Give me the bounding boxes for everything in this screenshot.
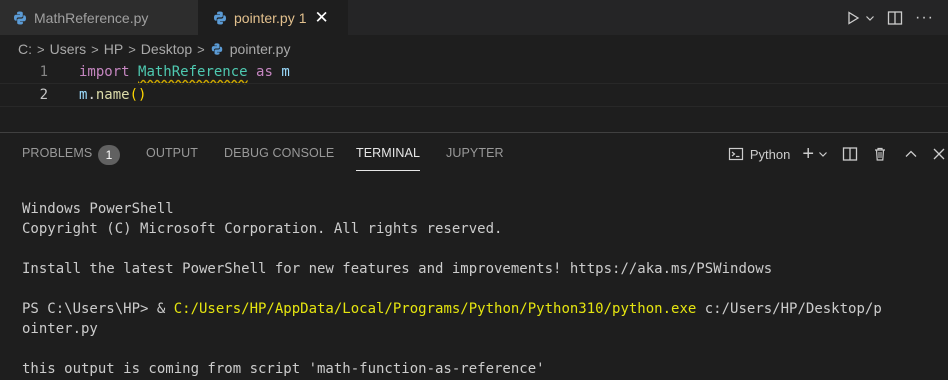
- bottom-panel: PROBLEMS 1 OUTPUT DEBUG CONSOLE TERMINAL…: [0, 132, 948, 380]
- code-text: m.name(): [79, 87, 146, 103]
- breadcrumb-item[interactable]: C:: [18, 41, 32, 57]
- chevron-down-icon[interactable]: [865, 13, 875, 23]
- breadcrumb-item[interactable]: Users: [50, 41, 87, 57]
- breadcrumb-item[interactable]: pointer.py: [230, 41, 291, 57]
- python-file-icon: [214, 11, 226, 24]
- terminal-profile-label[interactable]: Python: [750, 147, 790, 162]
- close-icon[interactable]: ✕: [315, 9, 329, 26]
- terminal-program-output: this output is coming from script 'math-…: [22, 361, 545, 377]
- terminal-line: Windows PowerShell: [22, 201, 174, 217]
- code-line: 1 import MathReference as m: [0, 60, 948, 84]
- tab-problems[interactable]: PROBLEMS: [22, 146, 92, 160]
- trash-icon[interactable]: [872, 146, 888, 162]
- python-file-icon: [211, 43, 222, 55]
- tab-debug-console[interactable]: DEBUG CONSOLE: [224, 146, 334, 160]
- tab-pointer[interactable]: pointer.py 1 ✕: [198, 0, 348, 35]
- terminal-icon: [728, 146, 744, 162]
- chevron-right-icon: >: [128, 41, 136, 57]
- editor-tab-bar: MathReference.py pointer.py 1 ✕ ···: [0, 0, 948, 35]
- chevron-down-icon[interactable]: [818, 149, 828, 159]
- function-token: name: [95, 87, 130, 103]
- chevron-right-icon: >: [91, 41, 99, 57]
- problems-count-badge: 1: [98, 145, 120, 165]
- script-argument: c:/Users/HP/Desktop/p: [696, 301, 882, 317]
- tab-problem-count: 1: [298, 9, 307, 26]
- line-number: 1: [39, 64, 48, 80]
- keyword-token: as: [256, 64, 273, 80]
- split-terminal-icon[interactable]: [842, 146, 858, 162]
- paren-token: (): [129, 87, 147, 103]
- tab-output[interactable]: OUTPUT: [146, 146, 198, 160]
- split-editor-icon[interactable]: [887, 10, 903, 26]
- tab-jupyter[interactable]: JUPYTER: [446, 146, 504, 160]
- breadcrumb-item[interactable]: Desktop: [141, 41, 192, 57]
- plus-icon[interactable]: +: [802, 143, 814, 166]
- chevron-right-icon: >: [197, 41, 205, 57]
- terminal-line: Install the latest PowerShell for new fe…: [22, 261, 773, 277]
- code-editor[interactable]: 1 import MathReference as m 2 m.name(): [0, 60, 948, 132]
- terminal-output[interactable]: Windows PowerShell Copyright (C) Microso…: [22, 199, 882, 379]
- python-file-icon: [14, 11, 26, 24]
- python-exe-path: C:/Users/HP/AppData/Local/Programs/Pytho…: [173, 301, 697, 317]
- keyword-token: import: [79, 64, 130, 80]
- panel-tab-bar: PROBLEMS 1 OUTPUT DEBUG CONSOLE TERMINAL…: [0, 133, 948, 175]
- terminal-line: ointer.py: [22, 321, 98, 337]
- module-token: MathReference: [138, 64, 248, 80]
- terminal-command-line: PS C:\Users\HP> & C:/Users/HP/AppData/Lo…: [22, 299, 882, 319]
- run-icon[interactable]: [845, 10, 861, 26]
- dot-token: .: [87, 87, 96, 103]
- terminal-prompt: PS C:\Users\HP> &: [22, 301, 174, 317]
- chevron-up-icon[interactable]: [904, 147, 918, 161]
- code-text: import MathReference as m: [79, 64, 290, 80]
- breadcrumb-item[interactable]: HP: [104, 41, 123, 57]
- tab-mathreference[interactable]: MathReference.py: [0, 0, 198, 35]
- editor-actions: ···: [845, 0, 934, 35]
- terminal-line: Copyright (C) Microsoft Corporation. All…: [22, 221, 503, 237]
- tab-label: MathReference.py: [34, 9, 149, 26]
- alias-token: m: [281, 64, 290, 80]
- code-line: 2 m.name(): [0, 83, 948, 107]
- tab-label: pointer.py: [234, 9, 295, 26]
- chevron-right-icon: >: [37, 41, 45, 57]
- breadcrumb: C: > Users > HP > Desktop > pointer.py: [18, 38, 290, 60]
- more-actions-icon[interactable]: ···: [915, 9, 934, 27]
- line-number: 2: [39, 87, 48, 103]
- tab-terminal[interactable]: TERMINAL: [356, 146, 421, 171]
- close-icon[interactable]: [932, 147, 946, 161]
- panel-actions: Python +: [728, 133, 948, 175]
